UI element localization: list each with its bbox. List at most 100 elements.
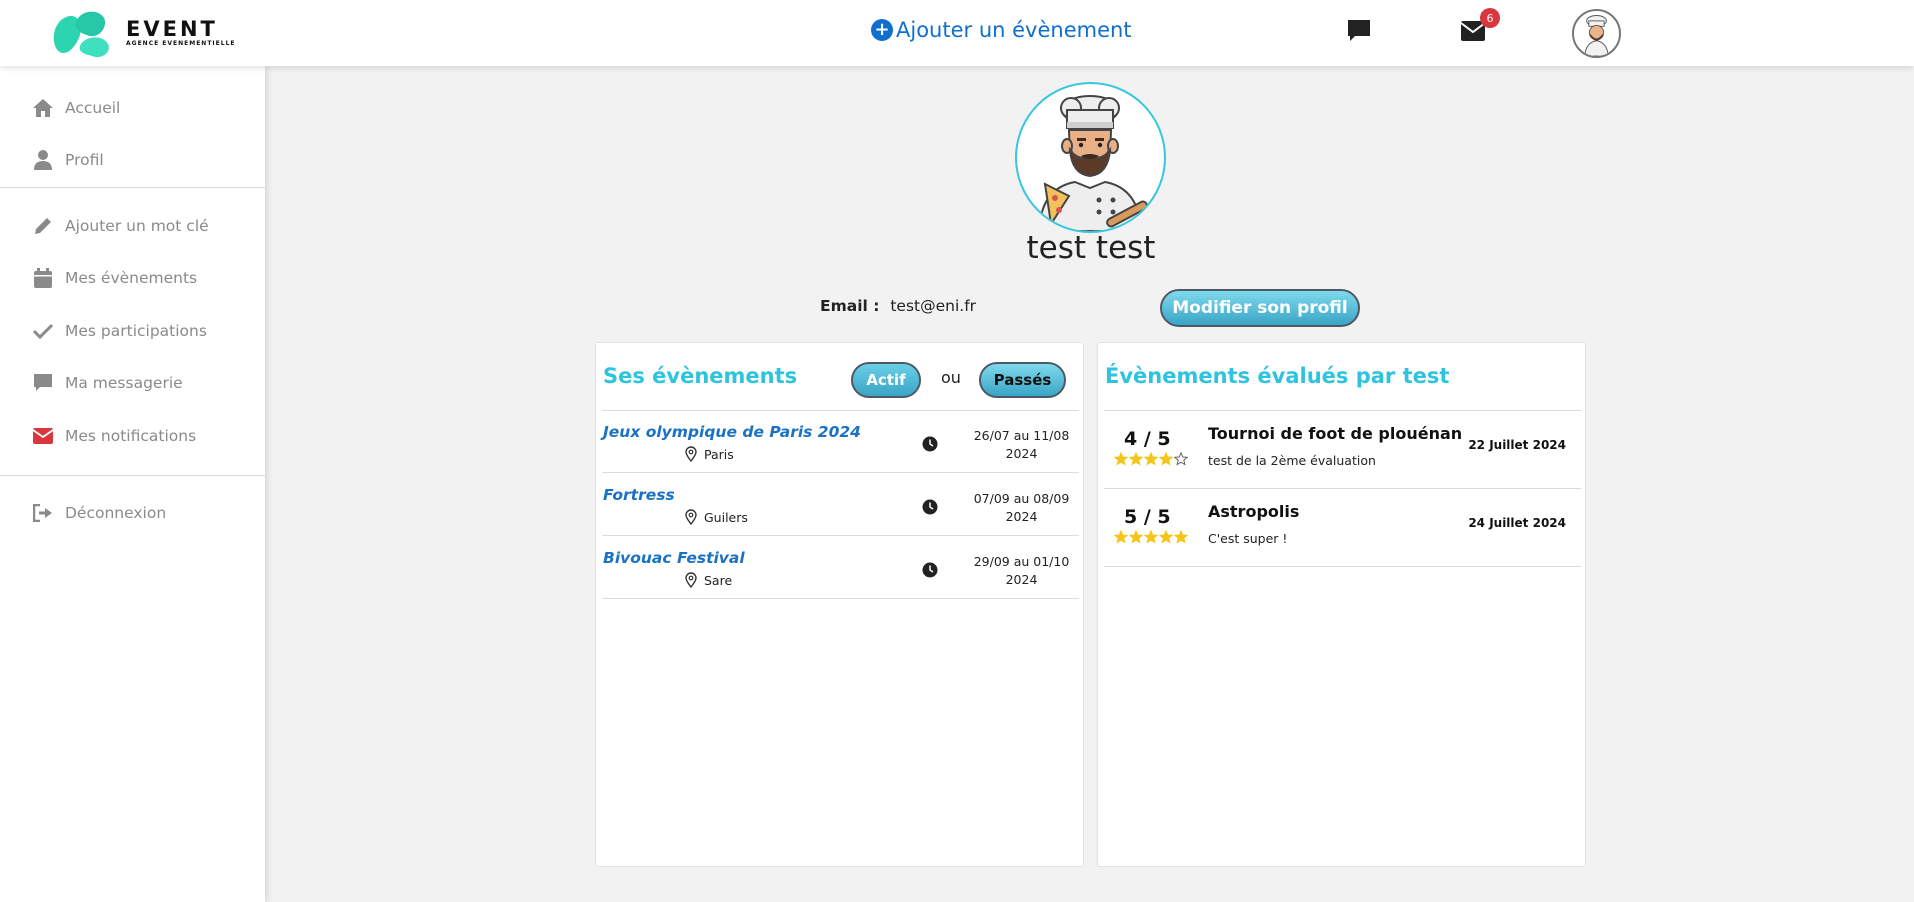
mail-button[interactable]: 6 [1460, 8, 1500, 46]
rated-panel-title: Évènements évalués par test [1105, 364, 1450, 388]
sidebar-nav: Accueil Profil Ajouter un mot clé Mes év… [0, 66, 265, 902]
sidebar-item-add-keyword[interactable]: Ajouter un mot clé [32, 211, 209, 241]
chat-icon [32, 372, 54, 394]
star-filled-icon [1159, 530, 1173, 544]
star-rating [1114, 530, 1189, 544]
event-dates: 26/07 au 11/08 2024 [964, 427, 1079, 463]
event-dates-year: 2024 [1005, 446, 1038, 461]
rated-event-comment: test de la 2ème évaluation [1208, 453, 1376, 468]
home-icon [32, 97, 54, 119]
clock-icon [922, 499, 938, 515]
event-dates-range: 07/09 au 08/09 [973, 491, 1070, 506]
sidebar-item-messaging[interactable]: Ma messagerie [32, 368, 183, 398]
sidebar-item-profil[interactable]: Profil [32, 145, 104, 175]
notification-badge: 6 [1480, 8, 1500, 28]
edit-profile-button[interactable]: Modifier son profil [1160, 289, 1360, 327]
star-empty-icon [1174, 452, 1188, 466]
rated-event-date: 24 Juillet 2024 [1468, 516, 1566, 530]
chat-icon [1348, 20, 1370, 41]
clock-icon [922, 436, 938, 452]
event-row: Jeux olympique de Paris 2024 Paris 26/07… [602, 411, 1079, 473]
event-title-link[interactable]: Fortress [603, 486, 675, 504]
rating-score: 4 / 5 [1124, 428, 1171, 450]
email-value: test@eni.fr [890, 297, 977, 315]
star-filled-icon [1129, 452, 1143, 466]
star-filled-icon [1114, 530, 1128, 544]
logo-title: EVENT [126, 17, 218, 41]
chef-avatar-icon [1037, 95, 1148, 231]
sidebar-item-my-participations[interactable]: Mes participations [32, 316, 207, 346]
event-location-text: Guilers [704, 509, 748, 525]
plus-circle-icon: + [871, 19, 893, 41]
add-event-label: Ajouter un évènement [896, 18, 1132, 42]
check-icon [32, 320, 54, 342]
sidebar-item-label: Accueil [65, 99, 121, 117]
rating-score: 5 / 5 [1124, 506, 1171, 528]
add-event-link[interactable]: + Ajouter un évènement [871, 18, 1132, 42]
map-pin-icon [685, 572, 697, 588]
header-avatar[interactable] [1572, 9, 1621, 58]
event-dates: 29/09 au 01/10 2024 [964, 553, 1079, 589]
sidebar-item-label: Profil [65, 151, 104, 169]
chef-avatar-icon [1584, 15, 1609, 56]
user-icon [32, 149, 54, 171]
sidebar-divider [0, 475, 265, 476]
event-dates: 07/09 au 08/09 2024 [964, 490, 1079, 526]
sidebar-item-label: Mes notifications [65, 427, 197, 445]
clock-icon [922, 562, 938, 578]
rated-event-date: 22 Juillet 2024 [1468, 438, 1566, 452]
star-filled-icon [1114, 452, 1128, 466]
sidebar-item-label: Déconnexion [65, 504, 167, 522]
rated-event-row: 4 / 5 Tournoi de foot de plouénan test d… [1104, 411, 1581, 489]
star-rating [1114, 452, 1189, 466]
star-filled-icon [1144, 530, 1158, 544]
event-dates-range: 29/09 au 01/10 [973, 554, 1070, 569]
pencil-icon [32, 215, 54, 237]
sidebar-item-notifications[interactable]: Mes notifications [32, 421, 196, 451]
sidebar-divider [0, 187, 265, 188]
event-location: Guilers [685, 509, 748, 525]
top-header: EVENT AGENCE EVENEMENTIELLE + Ajouter un… [0, 0, 1914, 66]
event-row: Fortress Guilers 07/09 au 08/09 2024 [602, 474, 1079, 536]
sidebar-item-my-events[interactable]: Mes évènements [32, 263, 197, 293]
profile-name: test test [1026, 230, 1156, 266]
rated-event-comment: C'est super ! [1208, 531, 1288, 546]
event-location: Sare [685, 572, 732, 588]
sidebar-item-logout[interactable]: Déconnexion [32, 498, 166, 528]
filter-past-button[interactable]: Passés [979, 362, 1066, 398]
star-filled-icon [1174, 530, 1188, 544]
star-filled-icon [1129, 530, 1143, 544]
email-row: Email : test@eni.fr [820, 297, 976, 315]
sidebar-item-label: Ma messagerie [65, 374, 183, 392]
profile-avatar [1015, 82, 1166, 233]
chat-button[interactable] [1346, 18, 1372, 48]
event-location-text: Sare [704, 572, 733, 588]
rated-event-title[interactable]: Astropolis [1208, 502, 1299, 521]
events-panel: Ses évènements Actif ou Passés Jeux olym… [595, 342, 1084, 867]
logo-subtitle: AGENCE EVENEMENTIELLE [126, 40, 236, 47]
envelope-icon [32, 425, 54, 447]
sidebar-item-label: Ajouter un mot clé [65, 217, 209, 235]
events-panel-title: Ses évènements [603, 364, 798, 388]
filter-or-label: ou [941, 368, 961, 387]
brand-logo[interactable]: EVENT AGENCE EVENEMENTIELLE [50, 8, 236, 58]
calendar-icon [32, 267, 54, 289]
map-pin-icon [685, 509, 697, 525]
event-row: Bivouac Festival Sare 29/09 au 01/10 202… [602, 537, 1079, 599]
rated-event-row: 5 / 5 Astropolis C'est super ! 24 Juille… [1104, 489, 1581, 567]
rated-event-title[interactable]: Tournoi de foot de plouénan [1208, 424, 1462, 443]
event-location: Paris [685, 446, 734, 462]
sidebar-item-label: Mes évènements [65, 269, 198, 287]
filter-active-button[interactable]: Actif [851, 362, 921, 398]
map-pin-icon [685, 446, 697, 462]
event-dates-range: 26/07 au 11/08 [973, 428, 1070, 443]
event-title-link[interactable]: Bivouac Festival [603, 549, 745, 567]
event-dates-year: 2024 [1005, 509, 1038, 524]
sidebar-item-label: Mes participations [65, 322, 207, 340]
star-filled-icon [1159, 452, 1173, 466]
event-dates-year: 2024 [1005, 572, 1038, 587]
event-title-link[interactable]: Jeux olympique de Paris 2024 [603, 423, 861, 441]
event-location-text: Paris [704, 446, 734, 462]
email-label: Email : [820, 297, 880, 315]
sidebar-item-accueil[interactable]: Accueil [32, 93, 120, 123]
